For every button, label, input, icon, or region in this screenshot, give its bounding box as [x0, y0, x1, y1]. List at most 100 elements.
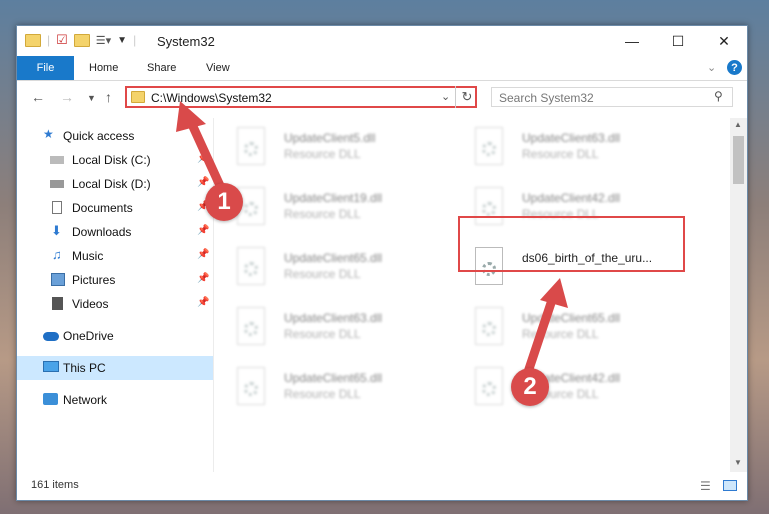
scroll-down-icon[interactable]: ▼	[734, 458, 742, 467]
large-icons-view-icon[interactable]	[723, 480, 737, 491]
sidebar-item-network[interactable]: Network	[17, 388, 213, 412]
file-type: Resource DLL	[284, 327, 361, 341]
minimize-button[interactable]: —	[609, 26, 655, 56]
picture-icon	[51, 273, 65, 286]
sidebar-item-downloads[interactable]: ⬇ Downloads 📌	[17, 220, 213, 244]
star-icon: ★	[43, 127, 54, 141]
dll-file-icon	[237, 127, 265, 165]
dll-file-icon	[475, 307, 503, 345]
sidebar-item-label: This PC	[63, 361, 106, 375]
file-name: UpdateClient63.dll	[284, 311, 383, 325]
file-item[interactable]: UpdateClient42.dll Resource DLL	[452, 364, 682, 410]
separator: |	[47, 33, 51, 47]
properties-icon[interactable]: ☑	[56, 32, 68, 48]
network-icon	[43, 393, 58, 405]
download-icon: ⬇	[51, 223, 62, 238]
minimize-icon: —	[625, 33, 639, 49]
back-icon[interactable]: ←	[31, 89, 45, 105]
cloud-icon	[43, 332, 59, 341]
vertical-scrollbar[interactable]: ▲ ▼	[730, 118, 747, 472]
tab-home[interactable]: Home	[89, 56, 118, 80]
file-item[interactable]: UpdateClient65.dll Resource DLL	[214, 364, 444, 410]
close-button[interactable]: ✕	[701, 26, 747, 56]
maximize-button[interactable]: ☐	[655, 26, 701, 56]
sidebar-item-local-disk-c[interactable]: Local Disk (C:) 📌	[17, 148, 213, 172]
file-item[interactable]: UpdateClient63.dll Resource DLL	[214, 304, 444, 350]
file-name: UpdateClient65.dll	[284, 251, 383, 265]
file-type: Resource DLL	[284, 387, 361, 401]
callout-step-2: 2	[511, 368, 549, 406]
tab-view[interactable]: View	[206, 56, 230, 80]
video-icon	[52, 297, 63, 310]
file-name: UpdateClient65.dll	[522, 311, 621, 325]
file-type: Resource DLL	[522, 147, 599, 161]
sidebar-item-label: Quick access	[63, 129, 135, 143]
sidebar-item-label: Documents	[72, 201, 133, 215]
sidebar-item-label: Music	[72, 249, 104, 263]
folder-icon	[131, 91, 145, 103]
file-item[interactable]: UpdateClient19.dll Resource DLL	[214, 184, 444, 230]
separator: |	[133, 33, 137, 47]
sidebar-item-label: Downloads	[72, 225, 132, 239]
file-type: Resource DLL	[522, 327, 599, 341]
sidebar-item-label: Local Disk (C:)	[72, 153, 151, 167]
sidebar-item-pictures[interactable]: Pictures 📌	[17, 268, 213, 292]
scroll-thumb[interactable]	[733, 136, 744, 184]
sidebar-item-label: Network	[63, 393, 108, 407]
recent-locations-icon[interactable]: ▼	[87, 93, 96, 103]
pin-icon: 📌	[197, 273, 210, 284]
sidebar-item-music[interactable]: ♫ Music 📌	[17, 244, 213, 268]
callout-step-1: 1	[205, 183, 243, 221]
expand-ribbon-icon[interactable]: ⌄	[707, 61, 716, 74]
sidebar-item-this-pc[interactable]: This PC	[17, 356, 213, 380]
computer-icon	[43, 361, 59, 372]
ribbon-tabs: File Home Share View ⌄ ?	[17, 56, 747, 81]
sidebar-item-videos[interactable]: Videos 📌	[17, 292, 213, 316]
file-name: UpdateClient5.dll	[284, 131, 376, 145]
file-item[interactable]: UpdateClient63.dll Resource DLL	[452, 124, 682, 170]
tab-file[interactable]: File	[17, 56, 74, 80]
file-item[interactable]: UpdateClient65.dll Resource DLL	[214, 244, 444, 290]
document-icon	[52, 201, 62, 214]
forward-icon[interactable]: →	[60, 89, 74, 105]
pin-icon: 📌	[197, 297, 210, 308]
dll-file-icon	[237, 247, 265, 285]
sidebar-item-onedrive[interactable]: OneDrive	[17, 324, 213, 348]
dll-file-icon	[237, 367, 265, 405]
highlight-box	[458, 216, 685, 272]
pin-icon: 📌	[197, 249, 210, 260]
window-title: System32	[157, 34, 215, 49]
sidebar-item-local-disk-d[interactable]: Local Disk (D:) 📌	[17, 172, 213, 196]
search-icon[interactable]: ⚲	[714, 89, 723, 103]
chevron-down-icon[interactable]: ⌄	[441, 90, 450, 103]
address-path: C:\Windows\System32	[151, 91, 272, 105]
sidebar-item-label: OneDrive	[63, 329, 114, 343]
file-name: UpdateClient19.dll	[284, 191, 383, 205]
dll-file-icon	[475, 367, 503, 405]
search-input[interactable]: Search System32 ⚲	[491, 87, 733, 107]
help-icon[interactable]: ?	[727, 60, 742, 75]
file-item[interactable]: UpdateClient65.dll Resource DLL	[452, 304, 682, 350]
title-bar: | ☑ ☰▾ ▼ | System32 — ☐ ✕	[17, 26, 747, 56]
tab-share[interactable]: Share	[147, 56, 176, 80]
customize-toolbar-icon[interactable]: ☰▾	[96, 34, 111, 47]
disk-icon	[50, 180, 64, 188]
music-icon: ♫	[52, 247, 62, 262]
file-name: UpdateClient63.dll	[522, 131, 621, 145]
address-bar[interactable]: C:\Windows\System32 ⌄ ↻	[125, 86, 477, 108]
disk-icon	[50, 156, 64, 164]
search-placeholder: Search System32	[499, 91, 594, 105]
file-item[interactable]: UpdateClient5.dll Resource DLL	[214, 124, 444, 170]
refresh-icon[interactable]: ↻	[455, 86, 478, 108]
navigation-pane: ★ Quick access Local Disk (C:) 📌 Local D…	[17, 118, 214, 472]
new-folder-icon[interactable]	[73, 33, 90, 47]
sidebar-item-quick-access[interactable]: ★ Quick access	[17, 124, 213, 148]
dll-file-icon	[237, 307, 265, 345]
scroll-up-icon[interactable]: ▲	[734, 120, 742, 129]
pin-icon: 📌	[197, 153, 210, 164]
item-count: 161 items	[31, 479, 79, 491]
dropdown-icon[interactable]: ▼	[117, 35, 127, 46]
details-view-icon[interactable]: ☰	[700, 479, 711, 493]
sidebar-item-documents[interactable]: Documents 📌	[17, 196, 213, 220]
up-icon[interactable]: ↑	[105, 89, 112, 105]
